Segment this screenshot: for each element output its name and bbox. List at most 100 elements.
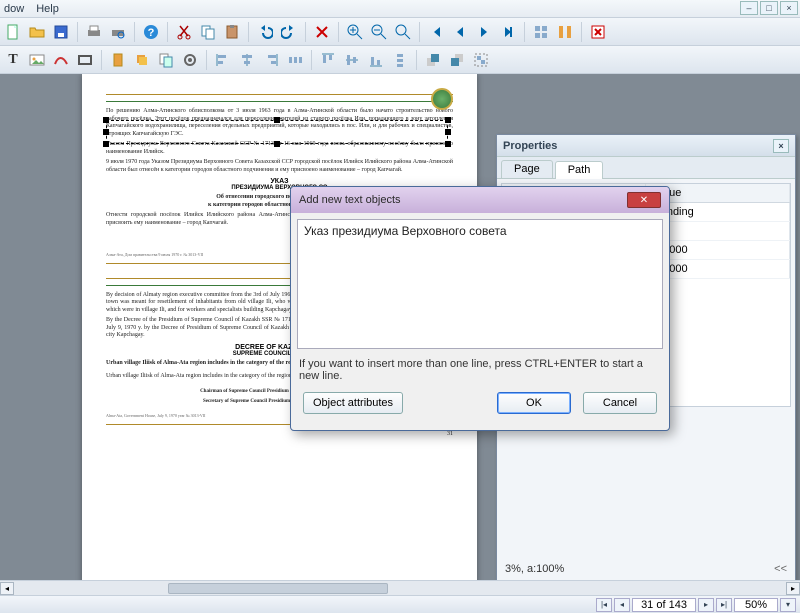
duplicate-button[interactable] [155,49,177,71]
nav-prev-page-button[interactable]: ◂ [614,598,630,612]
undo-button[interactable] [254,21,276,43]
delete-button[interactable] [311,21,333,43]
window-maximize-button[interactable]: □ [760,1,778,15]
nav-prev-button[interactable] [449,21,471,43]
redo-icon [281,24,297,40]
play-icon [476,24,492,40]
columns-button[interactable] [554,21,576,43]
dialog-close-button[interactable]: ✕ [627,192,661,208]
help-icon: ? [143,24,159,40]
menu-window[interactable]: dow [4,3,24,15]
group-icon [473,52,489,68]
chevron-left-icon[interactable]: << [774,563,787,575]
grid-icon [533,24,549,40]
tab-page[interactable]: Page [501,160,553,178]
dialog-text-input[interactable] [297,219,663,349]
sel-handle-n[interactable] [274,117,280,123]
dialog-title: Add new text objects [299,194,401,206]
scroll-thumb[interactable] [168,583,388,594]
sel-handle-e[interactable] [445,129,451,135]
object-attributes-button[interactable]: Object attributes [303,392,403,414]
sel-handle-se[interactable] [445,141,451,147]
nav-play-button[interactable] [473,21,495,43]
toolbar-secondary: T [0,46,800,74]
zoom-in-button[interactable] [344,21,366,43]
rect-icon [77,52,93,68]
sel-handle-ne[interactable] [445,117,451,123]
save-button[interactable] [50,21,72,43]
bring-forward-button[interactable] [422,49,444,71]
copy-button[interactable] [197,21,219,43]
freehand-icon [53,52,69,68]
doc-button[interactable] [107,49,129,71]
zoom-fit-button[interactable] [392,21,414,43]
close-icon [590,24,606,40]
properties-tabs: Page Path [497,157,795,179]
image-icon [29,52,45,68]
send-backward-button[interactable] [446,49,468,71]
align-center-button[interactable] [236,49,258,71]
zoom-out-button[interactable] [368,21,390,43]
text-tool-button[interactable]: T [2,49,24,71]
open-folder-icon [29,24,45,40]
svg-text:?: ? [148,27,155,39]
new-button[interactable] [2,21,24,43]
zoom-field[interactable] [734,598,778,612]
nav-last-page-button[interactable]: ▸| [716,598,732,612]
group-button[interactable] [470,49,492,71]
align-right-icon [263,52,279,68]
scroll-left-button[interactable]: ◂ [0,582,14,595]
prop-extra-label: 3%, a:100% [505,563,564,575]
ok-button[interactable]: OK [497,392,571,414]
rect-button[interactable] [74,49,96,71]
align-bottom-button[interactable] [365,49,387,71]
cancel-button[interactable]: Cancel [583,392,657,414]
close-doc-button[interactable] [587,21,609,43]
scroll-right-button[interactable]: ▸ [786,582,800,595]
align-left-button[interactable] [212,49,234,71]
redo-button[interactable] [278,21,300,43]
settings-button[interactable] [179,49,201,71]
open-button[interactable] [26,21,48,43]
nav-next-button[interactable] [497,21,519,43]
seal-image [431,88,453,110]
new-file-icon [5,24,21,40]
image-tool-button[interactable] [26,49,48,71]
prop-extra-row[interactable]: 3%, a:100% << [497,561,795,577]
layers-button[interactable] [131,49,153,71]
horizontal-scrollbar[interactable]: ◂ ▸ [0,580,800,595]
nav-next-page-button[interactable]: ▸ [698,598,714,612]
send-backward-icon [449,52,465,68]
dist-h-button[interactable] [284,49,306,71]
sel-handle-s[interactable] [274,141,280,147]
paste-button[interactable] [221,21,243,43]
window-close-button[interactable]: × [780,1,798,15]
page-number-field[interactable] [632,598,696,612]
grid-button[interactable] [530,21,552,43]
help-button[interactable]: ? [140,21,162,43]
align-right-button[interactable] [260,49,282,71]
align-top-button[interactable] [317,49,339,71]
tab-path[interactable]: Path [555,161,604,179]
sel-handle-nw[interactable] [103,117,109,123]
nav-first-page-button[interactable]: |◂ [596,598,612,612]
window-minimize-button[interactable]: – [740,1,758,15]
dialog-hint: If you want to insert more than one line… [299,358,661,382]
gear-icon [182,52,198,68]
duplicate-icon [158,52,174,68]
dist-v-icon [392,52,408,68]
layers-icon [134,52,150,68]
dist-v-button[interactable] [389,49,411,71]
freehand-button[interactable] [50,49,72,71]
properties-close-button[interactable]: × [773,139,789,153]
sel-handle-w[interactable] [103,129,109,135]
print-preview-button[interactable] [107,21,129,43]
align-middle-button[interactable] [341,49,363,71]
zoom-dropdown-button[interactable]: ▾ [780,598,796,612]
nav-first-button[interactable] [425,21,447,43]
print-button[interactable] [83,21,105,43]
cut-button[interactable] [173,21,195,43]
menu-help[interactable]: Help [36,3,59,15]
save-icon [53,24,69,40]
sel-handle-sw[interactable] [103,141,109,147]
